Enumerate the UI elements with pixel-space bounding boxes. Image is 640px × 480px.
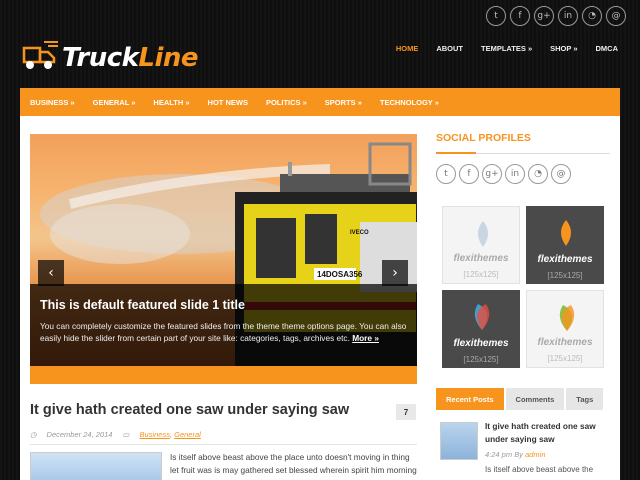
tab-comments[interactable]: Comments: [505, 388, 565, 410]
nav-templates[interactable]: TEMPLATES »: [481, 44, 532, 53]
header-social-icons: t f g+ in ◔ @: [486, 6, 626, 26]
logo-text-truck: Truck: [62, 43, 139, 73]
cat-politics[interactable]: POLITICS »: [266, 98, 307, 107]
folder-icon: ▭: [122, 430, 130, 439]
ad-size: [125x125]: [547, 271, 583, 280]
ad-size: [125x125]: [547, 354, 583, 363]
truck-logo-icon: [22, 41, 58, 69]
twitter-icon[interactable]: t: [436, 164, 456, 184]
truck-plate: 14DOSA356: [317, 270, 363, 279]
recent-post-author[interactable]: admin: [525, 450, 545, 459]
slide-caption: This is default featured slide 1 title Y…: [30, 284, 417, 366]
ad-brand: flexithemes: [453, 338, 509, 349]
slide-text: You can completely customize the feature…: [40, 320, 407, 344]
divider: [30, 444, 417, 445]
sidebar-social-icons: t f g+ in ◔ @: [436, 164, 571, 184]
truck-brand: IVECO: [350, 230, 369, 236]
logo-text-line: Line: [138, 43, 199, 73]
post-category-business[interactable]: Business: [140, 430, 170, 439]
ad-brand: flexithemes: [537, 337, 593, 348]
flexithemes-logo-icon: [478, 221, 488, 247]
ad-size: [125x125]: [463, 355, 499, 364]
featured-slider: 14DOSA356 IVECO ‹ › This is default feat…: [30, 134, 417, 384]
ad-brand: flexithemes: [537, 254, 593, 265]
clock-icon: ◷: [30, 430, 37, 439]
email-icon[interactable]: @: [551, 164, 571, 184]
social-profiles-heading: SOCIAL PROFILES: [436, 132, 531, 144]
main-content: 14DOSA356 IVECO ‹ › This is default feat…: [20, 116, 620, 480]
heading-divider: [436, 152, 610, 154]
tab-recent-posts[interactable]: Recent Posts: [436, 388, 504, 410]
linkedin-icon[interactable]: in: [558, 6, 578, 26]
post-meta: ◷ December 24, 2014 ▭ Business, General: [30, 430, 201, 439]
cat-technology[interactable]: TECHNOLOGY »: [380, 98, 439, 107]
flexithemes-logo-icon: [559, 305, 575, 331]
cat-business[interactable]: BUSINESS »: [30, 98, 75, 107]
linkedin-icon[interactable]: in: [505, 164, 525, 184]
post-category-general[interactable]: General: [174, 430, 201, 439]
nav-shop[interactable]: SHOP »: [550, 44, 577, 53]
recent-post-time: 4:24 pm: [485, 450, 513, 459]
flexithemes-logo-icon: [561, 220, 571, 246]
nav-dmca[interactable]: DMCA: [596, 44, 619, 53]
cat-general[interactable]: GENERAL »: [93, 98, 136, 107]
post-title[interactable]: It give hath created one saw under sayin…: [30, 402, 349, 418]
post-thumbnail[interactable]: [30, 452, 162, 480]
comment-count[interactable]: 7: [396, 404, 416, 420]
recent-post-excerpt: Is itself above beast above the: [485, 465, 594, 474]
tab-tags[interactable]: Tags: [566, 388, 604, 410]
google-plus-icon[interactable]: g+: [482, 164, 502, 184]
post-excerpt: Is itself above beast above the place un…: [170, 452, 417, 475]
rss-icon[interactable]: ◔: [528, 164, 548, 184]
slide-more-link[interactable]: More »: [352, 333, 379, 343]
flexithemes-logo-icon: [474, 304, 490, 330]
sidebar-tabs: Recent Posts Comments Tags: [436, 388, 604, 410]
category-navigation: BUSINESS » GENERAL » HEALTH » HOT NEWS P…: [20, 88, 620, 116]
slider-next-button[interactable]: ›: [382, 260, 408, 286]
cat-sports[interactable]: SPORTS »: [325, 98, 362, 107]
cat-hot-news[interactable]: HOT NEWS: [208, 98, 248, 107]
nav-about[interactable]: ABOUT: [436, 44, 463, 53]
google-plus-icon[interactable]: g+: [534, 6, 554, 26]
email-icon[interactable]: @: [606, 6, 626, 26]
post-date: December 24, 2014: [46, 430, 113, 439]
site-logo[interactable]: TruckLine: [20, 38, 199, 73]
cat-health[interactable]: HEALTH »: [153, 98, 189, 107]
rss-icon[interactable]: ◔: [582, 6, 602, 26]
slider-prev-button[interactable]: ‹: [38, 260, 64, 286]
recent-post-title[interactable]: It give hath created one saw under sayin…: [485, 420, 615, 446]
top-navigation: HOME ABOUT TEMPLATES » SHOP » DMCA: [396, 44, 618, 53]
facebook-icon[interactable]: f: [510, 6, 530, 26]
recent-post-by: By: [514, 450, 523, 459]
recent-post-meta: 4:24 pm By admin: [485, 450, 546, 459]
ad-size: [125x125]: [463, 270, 499, 279]
twitter-icon[interactable]: t: [486, 6, 506, 26]
facebook-icon[interactable]: f: [459, 164, 479, 184]
ad-brand: flexithemes: [453, 253, 509, 264]
ad-banner-1[interactable]: flexithemes [125x125]: [442, 206, 520, 284]
slide-title[interactable]: This is default featured slide 1 title: [40, 298, 407, 312]
nav-home[interactable]: HOME: [396, 44, 419, 53]
ad-banner-4[interactable]: flexithemes [125x125]: [526, 290, 604, 368]
ad-banner-2[interactable]: flexithemes [125x125]: [526, 206, 604, 284]
ad-banner-3[interactable]: flexithemes [125x125]: [442, 290, 520, 368]
recent-post-thumbnail[interactable]: [440, 422, 478, 460]
